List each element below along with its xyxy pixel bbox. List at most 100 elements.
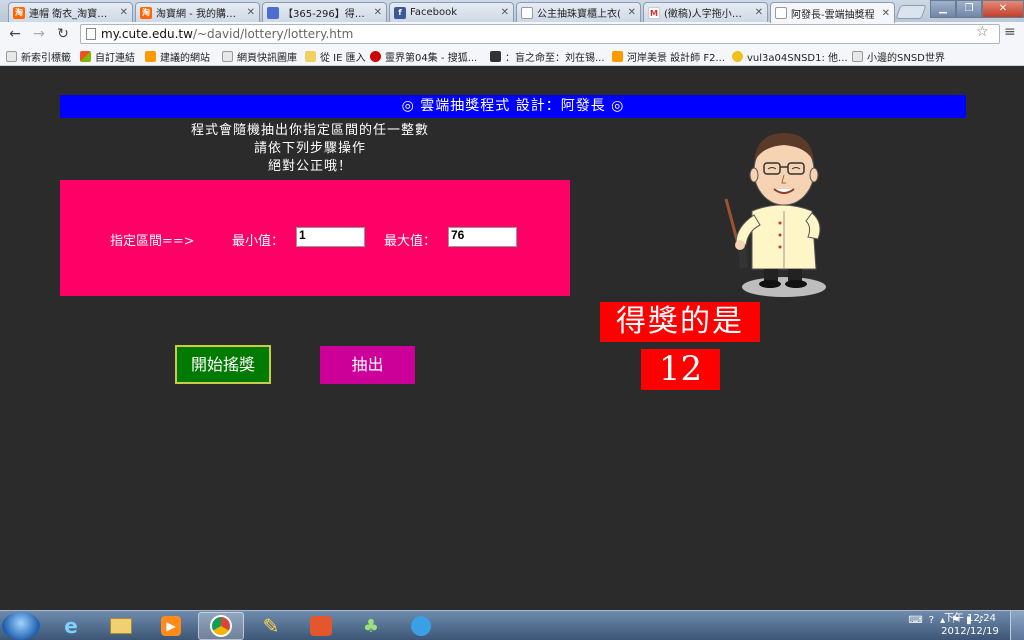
bookmark-item[interactable]: 網頁快訊圖庫 <box>222 49 297 64</box>
qq-chat-icon[interactable] <box>398 612 444 640</box>
wrench-menu-icon[interactable]: ≡ <box>1004 24 1016 40</box>
clock-time: 下午 12:24 <box>944 613 996 624</box>
forward-arrow-icon[interactable]: → <box>30 26 48 42</box>
clock-date: 2012/12/19 <box>941 626 999 637</box>
folder-icon <box>305 50 316 62</box>
bookmark-label: 網頁快訊圖庫 <box>237 52 297 64</box>
tab-close-icon[interactable]: ✕ <box>628 7 636 18</box>
bookmark-item[interactable]: 建議的網站 <box>145 49 210 64</box>
tab-gmail[interactable]: M (徵稿)人字拖小姐你 ✕ <box>643 2 768 22</box>
media-player-icon[interactable]: ▶ <box>148 612 194 640</box>
messenger-icon[interactable]: ♣ <box>348 612 394 640</box>
page-content: ◎ 雲端抽獎程式 設計：阿發長 ◎ 程式會隨機抽出你指定區間的任一整數 請依下列… <box>0 67 1024 610</box>
facebook-favicon-icon: f <box>394 6 406 19</box>
taobao-favicon-icon: 淘 <box>13 6 25 19</box>
bookmark-label: 建議的網站 <box>160 52 210 64</box>
system-clock[interactable]: 下午 12:24 2012/12/19 <box>940 612 1000 638</box>
tab-365-296[interactable]: 【365-296】得獎啦 ✕ <box>262 2 387 22</box>
gmail-favicon-icon: M <box>648 6 660 19</box>
bookmark-label: 自訂連結 <box>95 52 135 64</box>
page-icon <box>222 50 233 62</box>
page-title: ◎ 雲端抽獎程式 設計：阿發長 ◎ <box>60 95 966 118</box>
page-favicon-icon <box>267 6 279 19</box>
intro-line: 請依下列步驟操作 <box>253 141 366 156</box>
close-window-button[interactable]: ✕ <box>982 0 1024 18</box>
maximize-button[interactable]: ❐ <box>956 0 982 18</box>
url-path: /~david/lottery/lottery.htm <box>192 27 354 41</box>
new-tab-button[interactable] <box>895 5 927 19</box>
sohu-icon <box>370 50 381 62</box>
help-icon[interactable]: ? <box>929 615 934 626</box>
tab-close-icon[interactable]: ✕ <box>882 8 890 19</box>
user-icon <box>732 50 743 62</box>
tab-taobao-search[interactable]: 淘 連帽 衛衣_淘寶搜索 ✕ <box>8 2 133 22</box>
url-host: my.cute.edu.tw <box>101 27 193 41</box>
intro-line: 絕對公正哦！ <box>267 159 352 174</box>
tab-close-icon[interactable]: ✕ <box>120 7 128 18</box>
max-label: 最大值： <box>384 234 437 249</box>
page-icon <box>852 50 863 62</box>
page-favicon-icon <box>521 6 533 19</box>
tab-label: (徵稿)人字拖小姐你 <box>664 9 752 20</box>
reload-icon[interactable]: ↻ <box>54 26 72 42</box>
back-arrow-icon[interactable]: ← <box>6 26 24 42</box>
paint-brush-app-icon[interactable]: ✎ <box>248 612 294 640</box>
tab-close-icon[interactable]: ✕ <box>501 7 509 18</box>
intro-line: 程式會隨機抽出你指定區間的任一整數 <box>190 123 429 138</box>
orange-app-icon[interactable] <box>298 612 344 640</box>
tab-princess[interactable]: 公主抽珠寶櫃上衣( ✕ <box>516 2 641 22</box>
file-explorer-icon[interactable] <box>98 612 144 640</box>
d-logo-icon <box>612 50 623 62</box>
bookmark-label: 新索引標籤 <box>21 52 71 64</box>
page-icon <box>6 50 17 62</box>
min-value-input[interactable]: 1 <box>296 227 365 247</box>
tab-taobao-cart[interactable]: 淘 淘寶網 - 我的購物車 ✕ <box>135 2 260 22</box>
tab-label: 【365-296】得獎啦 <box>283 9 371 20</box>
bookmark-item[interactable]: ：盲之命至：刘在锡... <box>490 49 605 64</box>
winner-label: 得獎的是 <box>600 302 760 342</box>
tab-label: 淘寶網 - 我的購物車 <box>156 9 244 20</box>
keyboard-icon[interactable]: ⌨ <box>908 615 922 626</box>
suggested-sites-icon <box>145 50 156 62</box>
start-draw-button[interactable]: 開始搖獎 <box>175 345 271 384</box>
bookmark-label: vul3a04SNSD1: 他... <box>747 52 848 64</box>
bookmark-item[interactable]: 河岸美景 設計師 F2... <box>612 49 726 64</box>
page-icon <box>86 28 96 40</box>
tab-close-icon[interactable]: ✕ <box>247 7 255 18</box>
tab-label: 連帽 衛衣_淘寶搜索 <box>29 9 117 20</box>
tab-close-icon[interactable]: ✕ <box>374 7 382 18</box>
bookmark-label: ：盲之命至：刘在锡... <box>505 52 605 64</box>
minimize-button[interactable]: ▁ <box>930 0 956 18</box>
address-bar[interactable]: my.cute.edu.tw/~david/lottery/lottery.ht… <box>80 24 1000 44</box>
range-panel: 指定區間==> 最小值： 1 最大值： 76 <box>60 180 570 296</box>
windows-taskbar: e ▶ ✎ ♣ ⌨ ? ▴ ⚑ ▮ ♪ 下午 12:24 2012/12/19 <box>0 610 1024 640</box>
bookmark-label: 從 IE 匯入 <box>320 52 366 64</box>
windows-flag-icon <box>80 50 91 62</box>
bookmark-item[interactable]: 自訂連結 <box>80 49 135 64</box>
show-desktop-button[interactable] <box>1010 611 1024 640</box>
bookmark-folder[interactable]: 從 IE 匯入 <box>305 49 366 64</box>
tab-lottery[interactable]: 阿發長-雲端抽獎程 ✕ <box>770 2 895 23</box>
winner-number: 12 <box>641 349 720 390</box>
tab-close-icon[interactable]: ✕ <box>755 7 763 18</box>
bookmark-label: 河岸美景 設計師 F2... <box>627 52 726 64</box>
bookmark-label: 小邊的SNSD世界 <box>867 52 945 64</box>
internet-explorer-icon[interactable]: e <box>48 612 94 640</box>
bookmark-item[interactable]: 新索引標籤 <box>6 49 71 64</box>
max-value-input[interactable]: 76 <box>448 227 517 247</box>
start-button[interactable] <box>2 612 40 640</box>
bookmark-star-icon[interactable]: ☆ <box>976 24 989 40</box>
chrome-icon[interactable] <box>198 612 244 640</box>
intro-text: 程式會隨機抽出你指定區間的任一整數 請依下列步驟操作 絕對公正哦！ <box>150 122 470 176</box>
mascot-illustration <box>724 133 826 297</box>
draw-button[interactable]: 抽出 <box>320 346 415 384</box>
bookmark-item[interactable]: vul3a04SNSD1: 他... <box>732 49 848 64</box>
min-label: 最小值： <box>232 234 285 249</box>
range-label: 指定區間==> <box>110 234 195 249</box>
bookmark-label: 靈界第04集 - 搜狐... <box>385 52 478 64</box>
bookmark-item[interactable]: 靈界第04集 - 搜狐... <box>370 49 478 64</box>
page-favicon-icon <box>775 7 787 19</box>
bookmark-item[interactable]: 小邊的SNSD世界 <box>852 49 945 64</box>
tab-label: 公主抽珠寶櫃上衣( <box>537 9 621 20</box>
tab-facebook[interactable]: f Facebook ✕ <box>389 2 514 22</box>
